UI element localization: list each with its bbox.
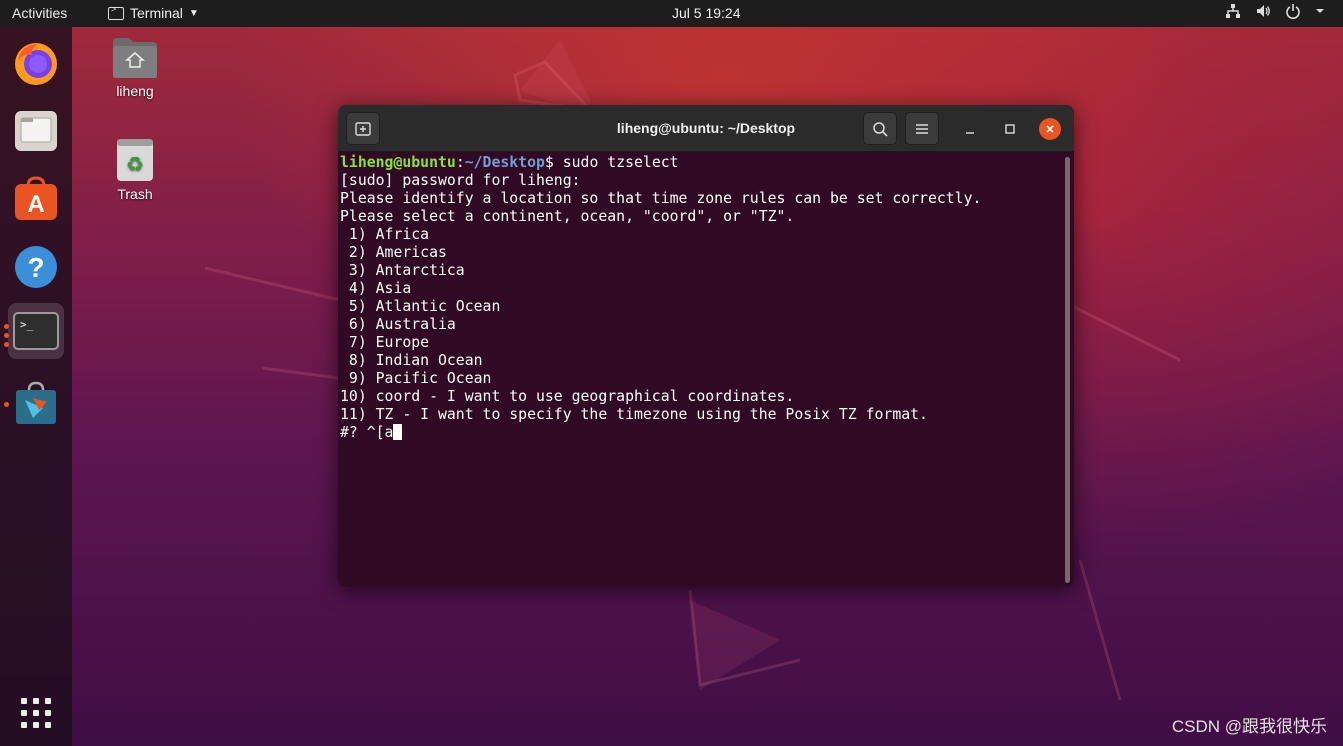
dock-software[interactable]: A — [8, 171, 64, 227]
svg-text:♻: ♻ — [126, 152, 144, 176]
prompt-colon: : — [455, 154, 465, 171]
clock[interactable]: Jul 5 19:24 — [672, 5, 741, 21]
output-line: 5) Atlantic Ocean — [340, 298, 501, 315]
help-icon: ? — [15, 246, 57, 288]
output-line: 4) Asia — [340, 280, 412, 297]
output-line: 8) Indian Ocean — [340, 352, 483, 369]
volume-icon[interactable] — [1255, 3, 1271, 19]
hamburger-menu-icon — [916, 123, 928, 134]
power-icon[interactable] — [1285, 3, 1301, 19]
home-folder-label: liheng — [116, 83, 154, 99]
files-icon — [15, 111, 57, 151]
minimize-button[interactable] — [960, 119, 980, 139]
prompt-command: $ sudo tzselect — [544, 154, 679, 171]
dock-firefox[interactable] — [8, 35, 64, 91]
caret-down-icon: ▼ — [188, 7, 199, 19]
maximize-button[interactable] — [1000, 119, 1020, 139]
maximize-icon — [1005, 124, 1015, 134]
terminal-window[interactable]: liheng@ubuntu: ~/Desktop liheng@ubuntu:~… — [338, 105, 1074, 587]
apps-grid-icon — [21, 698, 51, 728]
trash-icon: ♻ — [117, 139, 153, 181]
desktop-trash[interactable]: ♻ Trash — [90, 137, 180, 202]
output-line: 6) Australia — [340, 316, 456, 333]
dock-help[interactable]: ? — [8, 239, 64, 295]
window-titlebar[interactable]: liheng@ubuntu: ~/Desktop — [338, 105, 1074, 152]
output-line: 7) Europe — [340, 334, 430, 351]
output-line: [sudo] password for liheng: — [340, 172, 581, 189]
command-line: liheng@ubuntu:~/Desktop$ sudo tzselect — [340, 154, 1074, 172]
home-folder-icon — [113, 38, 157, 78]
running-indicator — [4, 333, 9, 338]
prompt-user: liheng@ubuntu — [340, 154, 456, 171]
output-line: 1) Africa — [340, 226, 430, 243]
output-line: 2) Americas — [340, 244, 447, 261]
search-icon — [873, 121, 888, 137]
terminal-icon: >_ — [13, 312, 59, 350]
text-cursor — [393, 424, 403, 440]
desktop-home-folder[interactable]: liheng — [90, 36, 180, 99]
top-bar: Activities Terminal ▼ Jul 5 19:24 — [0, 0, 1343, 27]
dock: A ? >_ — [0, 27, 72, 746]
running-indicator — [4, 342, 9, 347]
menu-button[interactable] — [905, 112, 939, 145]
svg-text:>_: >_ — [20, 318, 34, 331]
activities-button[interactable]: Activities — [12, 5, 67, 21]
app-menu-label: Terminal — [130, 5, 183, 21]
running-indicator — [4, 402, 9, 407]
package-bag-icon — [16, 381, 56, 424]
chevron-down-icon[interactable] — [1315, 3, 1325, 19]
close-button[interactable] — [1039, 118, 1061, 140]
output-line: 11) TZ - I want to specify the timezone … — [340, 406, 928, 423]
dock-terminal[interactable]: >_ — [8, 303, 64, 359]
output-line: 3) Antarctica — [340, 262, 465, 279]
network-icon[interactable] — [1225, 3, 1241, 19]
dock-app-installer[interactable] — [8, 375, 64, 431]
terminal-app-icon — [108, 4, 124, 20]
firefox-icon — [15, 43, 57, 85]
trash-label: Trash — [117, 186, 153, 202]
input-line[interactable]: #? ^[a — [340, 424, 1074, 442]
output-line: Please select a continent, ocean, "coord… — [340, 208, 795, 225]
output-line: 9) Pacific Ocean — [340, 370, 492, 387]
input-text: #? ^[a — [340, 424, 394, 441]
output-line: Please identify a location so that time … — [340, 190, 982, 207]
terminal-output[interactable]: liheng@ubuntu:~/Desktop$ sudo tzselect [s… — [338, 152, 1074, 587]
show-applications-button[interactable] — [8, 685, 64, 741]
minimize-icon — [966, 132, 974, 134]
scrollbar[interactable] — [1065, 157, 1070, 583]
software-store-icon: A — [15, 176, 57, 220]
app-menu[interactable]: Terminal ▼ — [108, 4, 199, 21]
prompt-path: ~/Desktop — [464, 154, 545, 171]
svg-text:?: ? — [27, 252, 44, 283]
search-button[interactable] — [863, 112, 897, 145]
running-indicator — [4, 324, 9, 329]
svg-text:A: A — [27, 191, 44, 218]
watermark: CSDN @跟我很快乐 — [1171, 717, 1327, 736]
output-line: 10) coord - I want to use geographical c… — [340, 388, 795, 405]
dock-files[interactable] — [8, 103, 64, 159]
close-icon — [1046, 125, 1054, 133]
system-tray[interactable] — [1225, 3, 1325, 19]
